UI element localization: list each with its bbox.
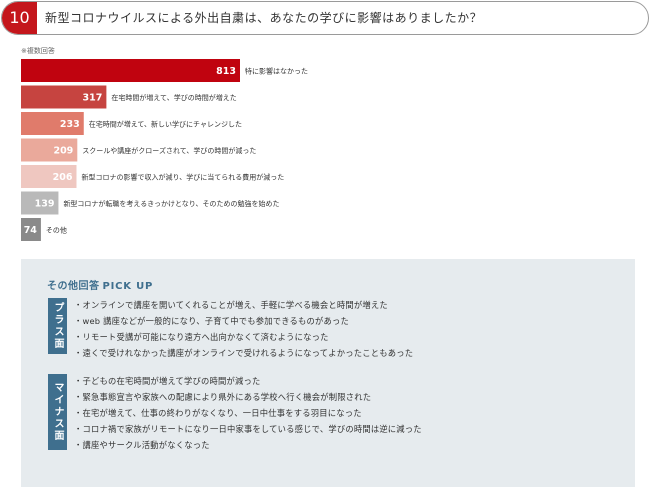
bar-value-label: 139	[35, 199, 55, 210]
list-item: オンラインで講座を開いてくれることが増え、手軽に学べる機会と時間が増えた	[74, 297, 413, 313]
bar-value-label: 233	[60, 119, 80, 130]
bar-value-label: 74	[24, 225, 38, 236]
list-item: 子どもの在宅時間が増えて学びの時間が減った	[74, 373, 422, 389]
list-item: 講座やサークル活動がなくなった	[74, 437, 422, 453]
category-label: 新型コロナの影響で収入が減り、学びに当てられる費用が減った	[81, 173, 284, 182]
list-item: 在宅が増えて、仕事の終わりがなくなり、一日中仕事をする羽目になった	[74, 405, 422, 421]
category-label: 新型コロナが転職を考えるきっかけとなり、そのための勉強を始めた	[63, 199, 279, 208]
category-label: 在宅時間が増えて、学びの時間が増えた	[111, 93, 236, 102]
list-item: リモート受講が可能になり遠方へ出向かなくて済むようになった	[74, 329, 413, 345]
bar-value-label: 206	[53, 172, 73, 183]
category-label: 在宅時間が増えて、新しい学びにチャレンジした	[89, 120, 242, 129]
question-header: 10 新型コロナウイルスによる外出自粛は、あなたの学びに影響はありましたか？	[1, 1, 649, 35]
bar	[21, 59, 240, 82]
question-title: 新型コロナウイルスによる外出自粛は、あなたの学びに影響はありましたか？	[45, 11, 483, 25]
category-label: 特に影響はなかった	[245, 67, 308, 76]
pickup-title: その他回答 PICK UP	[47, 277, 153, 292]
list-item: 遠くで受けれなかった講座がオンラインで受けれるようになってよかったこともあった	[74, 345, 414, 361]
plus-aspect-list: オンラインで講座を開いてくれることが増え、手軽に学べる機会と時間が増えた web…	[74, 297, 414, 361]
bar-value-label: 317	[83, 93, 103, 104]
pickup-title-en: PICK UP	[102, 281, 154, 292]
category-label: その他	[46, 226, 67, 235]
list-item: コロナ禍で家族がリモートになり一日中家事をしている感じで、学びの時間は逆に減った	[74, 421, 422, 437]
category-label: スクールや講座がクローズされて、学びの時間が減った	[82, 146, 256, 155]
question-number: 10	[2, 2, 37, 34]
minus-aspect-list: 子どもの在宅時間が増えて学びの時間が減った 緊急事態宣言や家族への配慮により県外…	[74, 373, 422, 453]
plus-aspect-tag: プラス面	[48, 298, 67, 354]
pickup-panel: その他回答PICK UP プラス面 オンラインで講座を開いてくれることが増え、手…	[21, 259, 635, 487]
multiple-answer-note: ※複数回答	[21, 47, 55, 55]
list-item: web 講座などが一般的になり、子育て中でも参加できるものがあった	[74, 313, 413, 329]
bar-value-label: 209	[53, 146, 73, 157]
minus-aspect-tag: マイナス面	[48, 374, 67, 450]
list-item: 緊急事態宣言や家族への配慮により県外にある学校へ行く機会が制限された	[74, 389, 422, 405]
bar-value-label: 813	[216, 66, 236, 77]
bar-chart: 813 特に影響はなかった 317 在宅時間が増えて、学びの時間が増えた 233 在宅時間…	[21, 59, 308, 241]
pickup-title-ja: その他回答	[47, 281, 100, 292]
